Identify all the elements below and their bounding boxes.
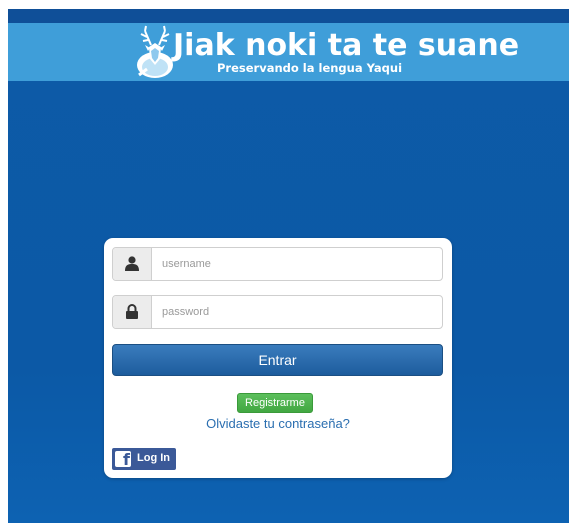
site-subtitle: Preservando la lengua Yaqui <box>217 61 403 75</box>
username-addon <box>113 248 152 280</box>
username-field <box>112 247 443 281</box>
username-input[interactable] <box>152 248 432 280</box>
login-card: Entrar Registrarme Olvidaste tu contrase… <box>104 238 452 478</box>
site-header: Jiak noki ta te suane Preservando la len… <box>8 23 569 81</box>
password-input[interactable] <box>152 296 432 328</box>
user-icon <box>125 256 139 271</box>
top-strip <box>8 9 569 23</box>
facebook-login-label: Log In <box>137 452 170 464</box>
lock-icon <box>126 304 138 319</box>
site-title: Jiak noki ta te suane <box>173 28 520 63</box>
deer-icon <box>137 25 173 78</box>
register-button[interactable]: Registrarme <box>237 393 313 413</box>
facebook-icon: f <box>115 450 131 469</box>
password-addon <box>113 296 152 328</box>
app-window: Jiak noki ta te suane Preservando la len… <box>8 9 569 523</box>
password-field <box>112 295 443 329</box>
forgot-password-link[interactable]: Olvidaste tu contraseña? <box>104 416 452 432</box>
facebook-login-button[interactable]: f Log In <box>112 448 176 470</box>
entrar-button[interactable]: Entrar <box>112 344 443 376</box>
